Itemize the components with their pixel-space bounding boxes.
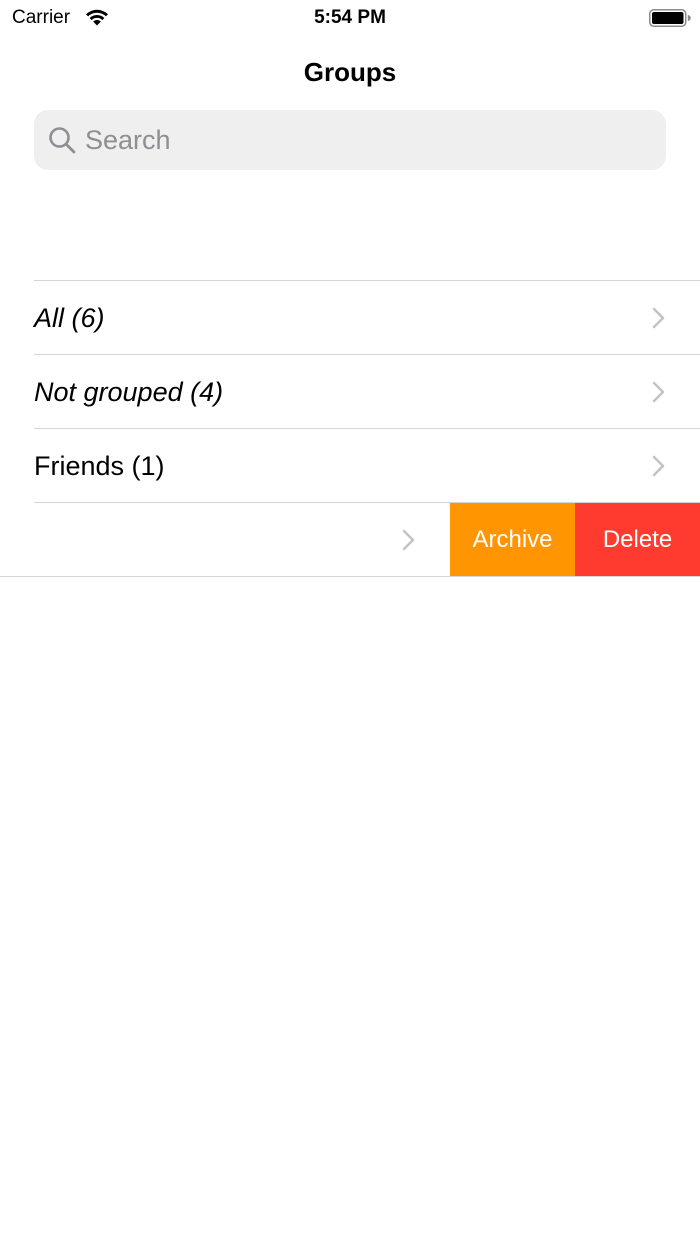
- status-bar: Carrier 5:54 PM: [0, 0, 700, 40]
- archive-button[interactable]: Archive: [450, 503, 575, 577]
- group-row-all[interactable]: All (6): [0, 281, 700, 355]
- chevron-right-icon: [652, 307, 665, 329]
- group-row-swiped[interactable]: Archive Delete: [0, 503, 700, 577]
- group-row-not-grouped[interactable]: Not grouped (4): [0, 355, 700, 429]
- search-bar[interactable]: [34, 110, 666, 170]
- battery-icon: [649, 9, 691, 27]
- group-row-friends[interactable]: Friends (1): [0, 429, 700, 503]
- chevron-right-icon: [652, 455, 665, 477]
- chevron-right-icon: [402, 529, 415, 551]
- search-input[interactable]: [85, 120, 645, 160]
- group-label: Friends (1): [34, 451, 165, 481]
- group-label: Not grouped (4): [34, 377, 224, 407]
- status-time: 5:54 PM: [314, 7, 386, 28]
- delete-button[interactable]: Delete: [575, 503, 700, 577]
- group-label: All (6): [34, 303, 105, 333]
- row-separator: [0, 576, 700, 577]
- search-icon: [49, 127, 76, 154]
- page-title: Groups: [303, 57, 397, 87]
- chevron-right-icon: [652, 381, 665, 403]
